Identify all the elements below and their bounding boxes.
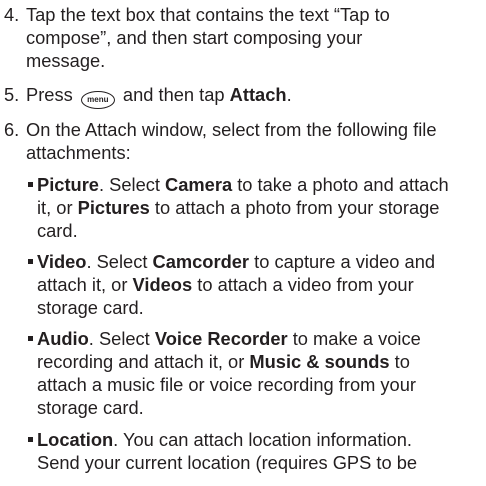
bullet-square-icon <box>28 182 33 187</box>
menu-key-icon: menu <box>80 91 115 109</box>
bullet-square-icon <box>28 336 33 341</box>
bullet-square-icon <box>28 437 33 442</box>
step-number: 6. <box>4 119 20 140</box>
step-number: 4. <box>4 4 20 25</box>
manual-page: 4. Tap the text box that contains the te… <box>0 0 486 486</box>
step-text: Press menu and then tap Attach. <box>26 83 472 109</box>
step-number: 5. <box>4 84 20 105</box>
attach-label: Attach <box>229 84 287 105</box>
step-text: On the Attach window, select from the fo… <box>26 119 437 163</box>
bullet-square-icon <box>28 259 33 264</box>
step-text: Tap the text box that contains the text … <box>26 4 390 71</box>
